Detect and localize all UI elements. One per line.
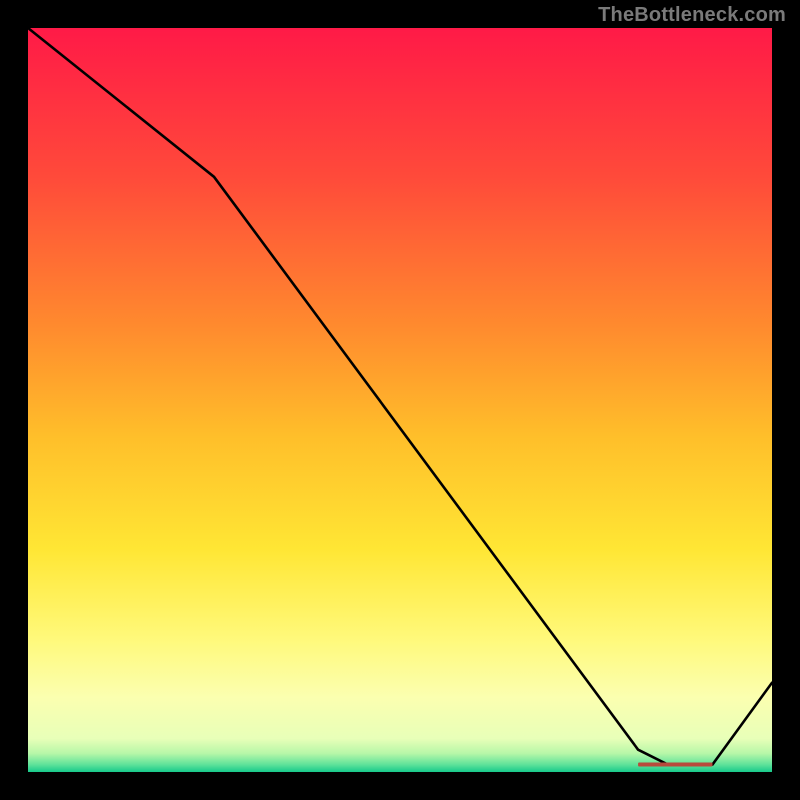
chart-svg (28, 28, 772, 772)
chart-stage: TheBottleneck.com (0, 0, 800, 800)
attribution-label: TheBottleneck.com (598, 4, 786, 27)
plot-frame (28, 28, 772, 772)
gradient-bg (28, 28, 772, 772)
band-marker (638, 763, 712, 767)
plot-inner (28, 28, 772, 772)
